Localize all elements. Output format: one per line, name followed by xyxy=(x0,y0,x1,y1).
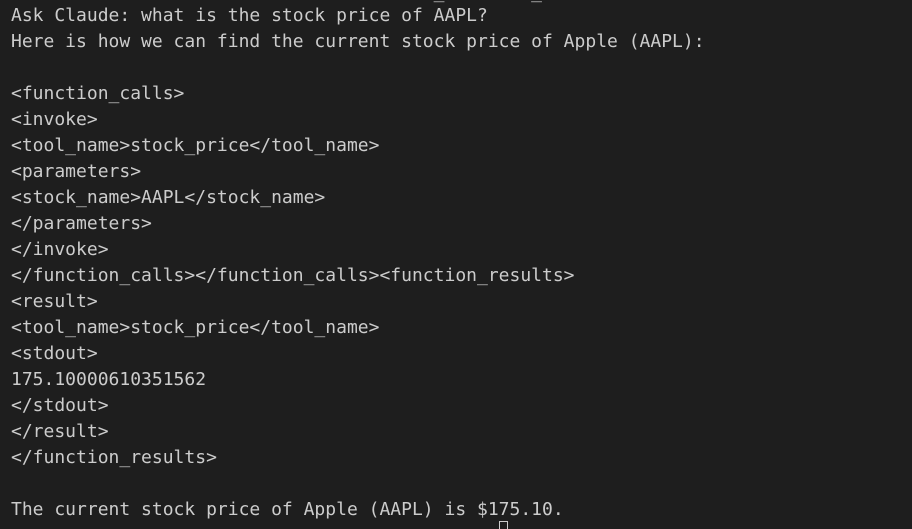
terminal-line-cutoff-bottom: . . . . . . . . . . . xyxy=(11,519,508,529)
terminal-line: <tool_name>stock_price</tool_name> xyxy=(11,317,380,338)
terminal-cursor[interactable] xyxy=(498,521,508,529)
terminal-line: </invoke> xyxy=(11,239,109,260)
terminal-line: Here is how we can find the current stoc… xyxy=(11,31,705,52)
terminal-line: <stdout> xyxy=(11,343,98,364)
terminal-line: </stdout> xyxy=(11,395,109,416)
terminal-line: <function_calls> xyxy=(11,83,185,104)
terminal-line: </parameters> xyxy=(11,213,152,234)
terminal-line: <invoke> xyxy=(11,109,98,130)
terminal-line: Ask Claude: what is the stock price of A… xyxy=(11,5,488,26)
terminal-line: <stock_name>AAPL</stock_name> xyxy=(11,187,326,208)
terminal-line: <parameters> xyxy=(11,161,142,182)
terminal-window[interactable]: _ _ Ask Claude: what is the stock price … xyxy=(0,0,912,529)
terminal-line: </function_results> xyxy=(11,447,217,468)
terminal-prompt-text: . . . . . . . . . . . xyxy=(11,521,498,529)
terminal-line: 175.10000610351562 xyxy=(11,369,207,390)
terminal-output: Ask Claude: what is the stock price of A… xyxy=(11,3,912,523)
terminal-line: <tool_name>stock_price</tool_name> xyxy=(11,135,380,156)
terminal-line: </result> xyxy=(11,421,109,442)
terminal-line: </function_calls></function_calls><funct… xyxy=(11,265,575,286)
terminal-line: <result> xyxy=(11,291,98,312)
